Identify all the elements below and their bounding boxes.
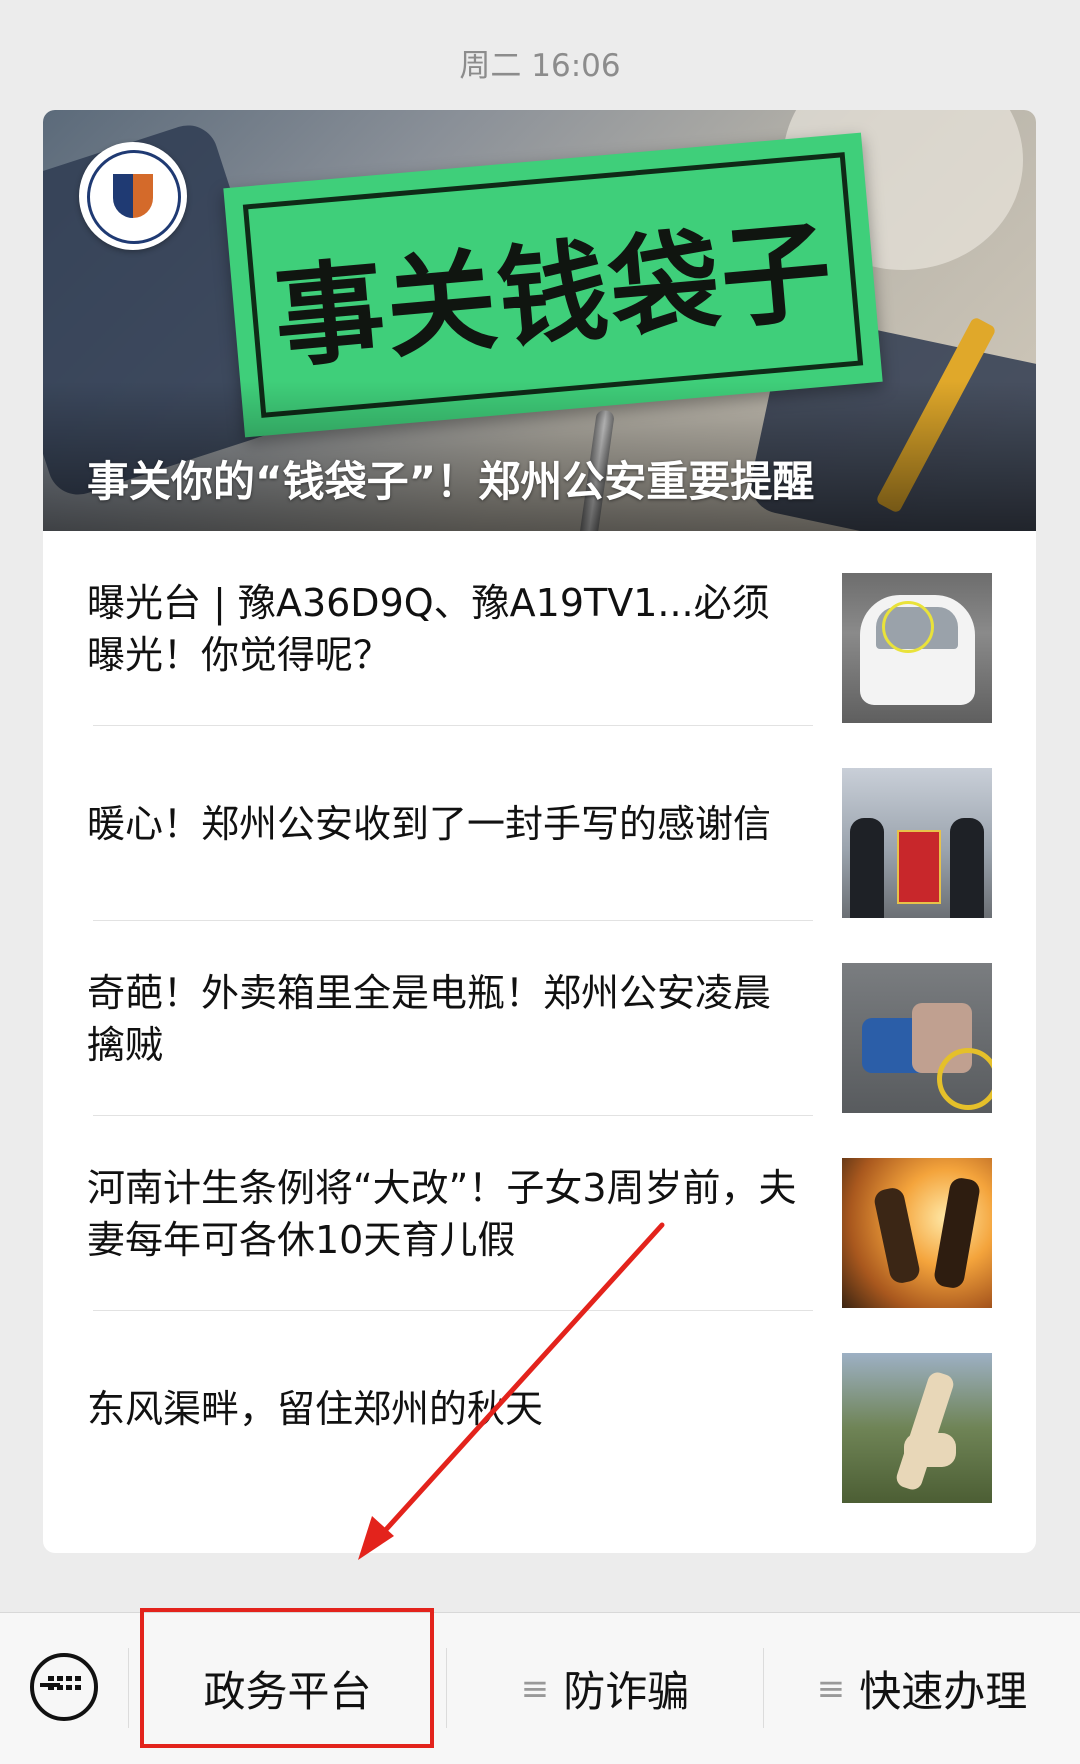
article-title: 曝光台 | 豫A36D9Q、豫A19TV1...必须曝光！你觉得呢？ [87, 580, 770, 677]
police-badge-logo [79, 142, 187, 250]
car-surveillance-photo [842, 573, 992, 723]
giraffe-sculpture-photo [842, 1353, 992, 1503]
hero-title: 事关你的“钱袋子”！郑州公安重要提醒 [87, 457, 815, 506]
annotation-highlight-box [140, 1608, 434, 1748]
menu-item-label: 快速办理 [859, 1667, 1028, 1716]
article-card: 事关钱袋子 事关你的“钱袋子”！郑州公安重要提醒 曝光台 | 豫A36D9Q、豫… [43, 110, 1036, 1553]
menu-item-quick-service[interactable]: ≡ 快速办理 [764, 1613, 1080, 1764]
article-item[interactable]: 曝光台 | 豫A36D9Q、豫A19TV1...必须曝光！你觉得呢？ [87, 531, 992, 726]
article-item[interactable]: 奇葩！外卖箱里全是电瓶！郑州公安凌晨擒贼 [87, 921, 992, 1116]
menu-item-anti-fraud[interactable]: ≡ 防诈骗 [447, 1613, 763, 1764]
menu-list-icon: ≡ [520, 1668, 550, 1709]
message-timestamp: 周二 16:06 [459, 48, 621, 84]
article-title: 东风渠畔，留住郑州的秋天 [87, 1386, 544, 1431]
article-title: 暖心！郑州公安收到了一封手写的感谢信 [87, 801, 772, 846]
menu-item-label: 防诈骗 [563, 1667, 690, 1716]
street-surveillance-photo [842, 963, 992, 1113]
article-title: 河南计生条例将“大改”！子女3周岁前，夫妻每年可各休10天育儿假 [87, 1165, 797, 1262]
police-receiving-banner-photo [842, 768, 992, 918]
article-item[interactable]: 暖心！郑州公安收到了一封手写的感谢信 [87, 726, 992, 921]
family-sunset-photo [842, 1158, 992, 1308]
article-item[interactable]: 东风渠畔，留住郑州的秋天 [87, 1311, 992, 1506]
menu-list-icon: ≡ [816, 1668, 846, 1709]
article-title: 奇葩！外卖箱里全是电瓶！郑州公安凌晨擒贼 [87, 970, 772, 1067]
hero-sign-text: 事关钱袋子 [269, 206, 839, 384]
article-item[interactable]: 河南计生条例将“大改”！子女3周岁前，夫妻每年可各休10天育儿假 [87, 1116, 992, 1311]
hero-article[interactable]: 事关钱袋子 事关你的“钱袋子”！郑州公安重要提醒 [43, 110, 1036, 531]
keyboard-icon[interactable] [30, 1653, 98, 1721]
